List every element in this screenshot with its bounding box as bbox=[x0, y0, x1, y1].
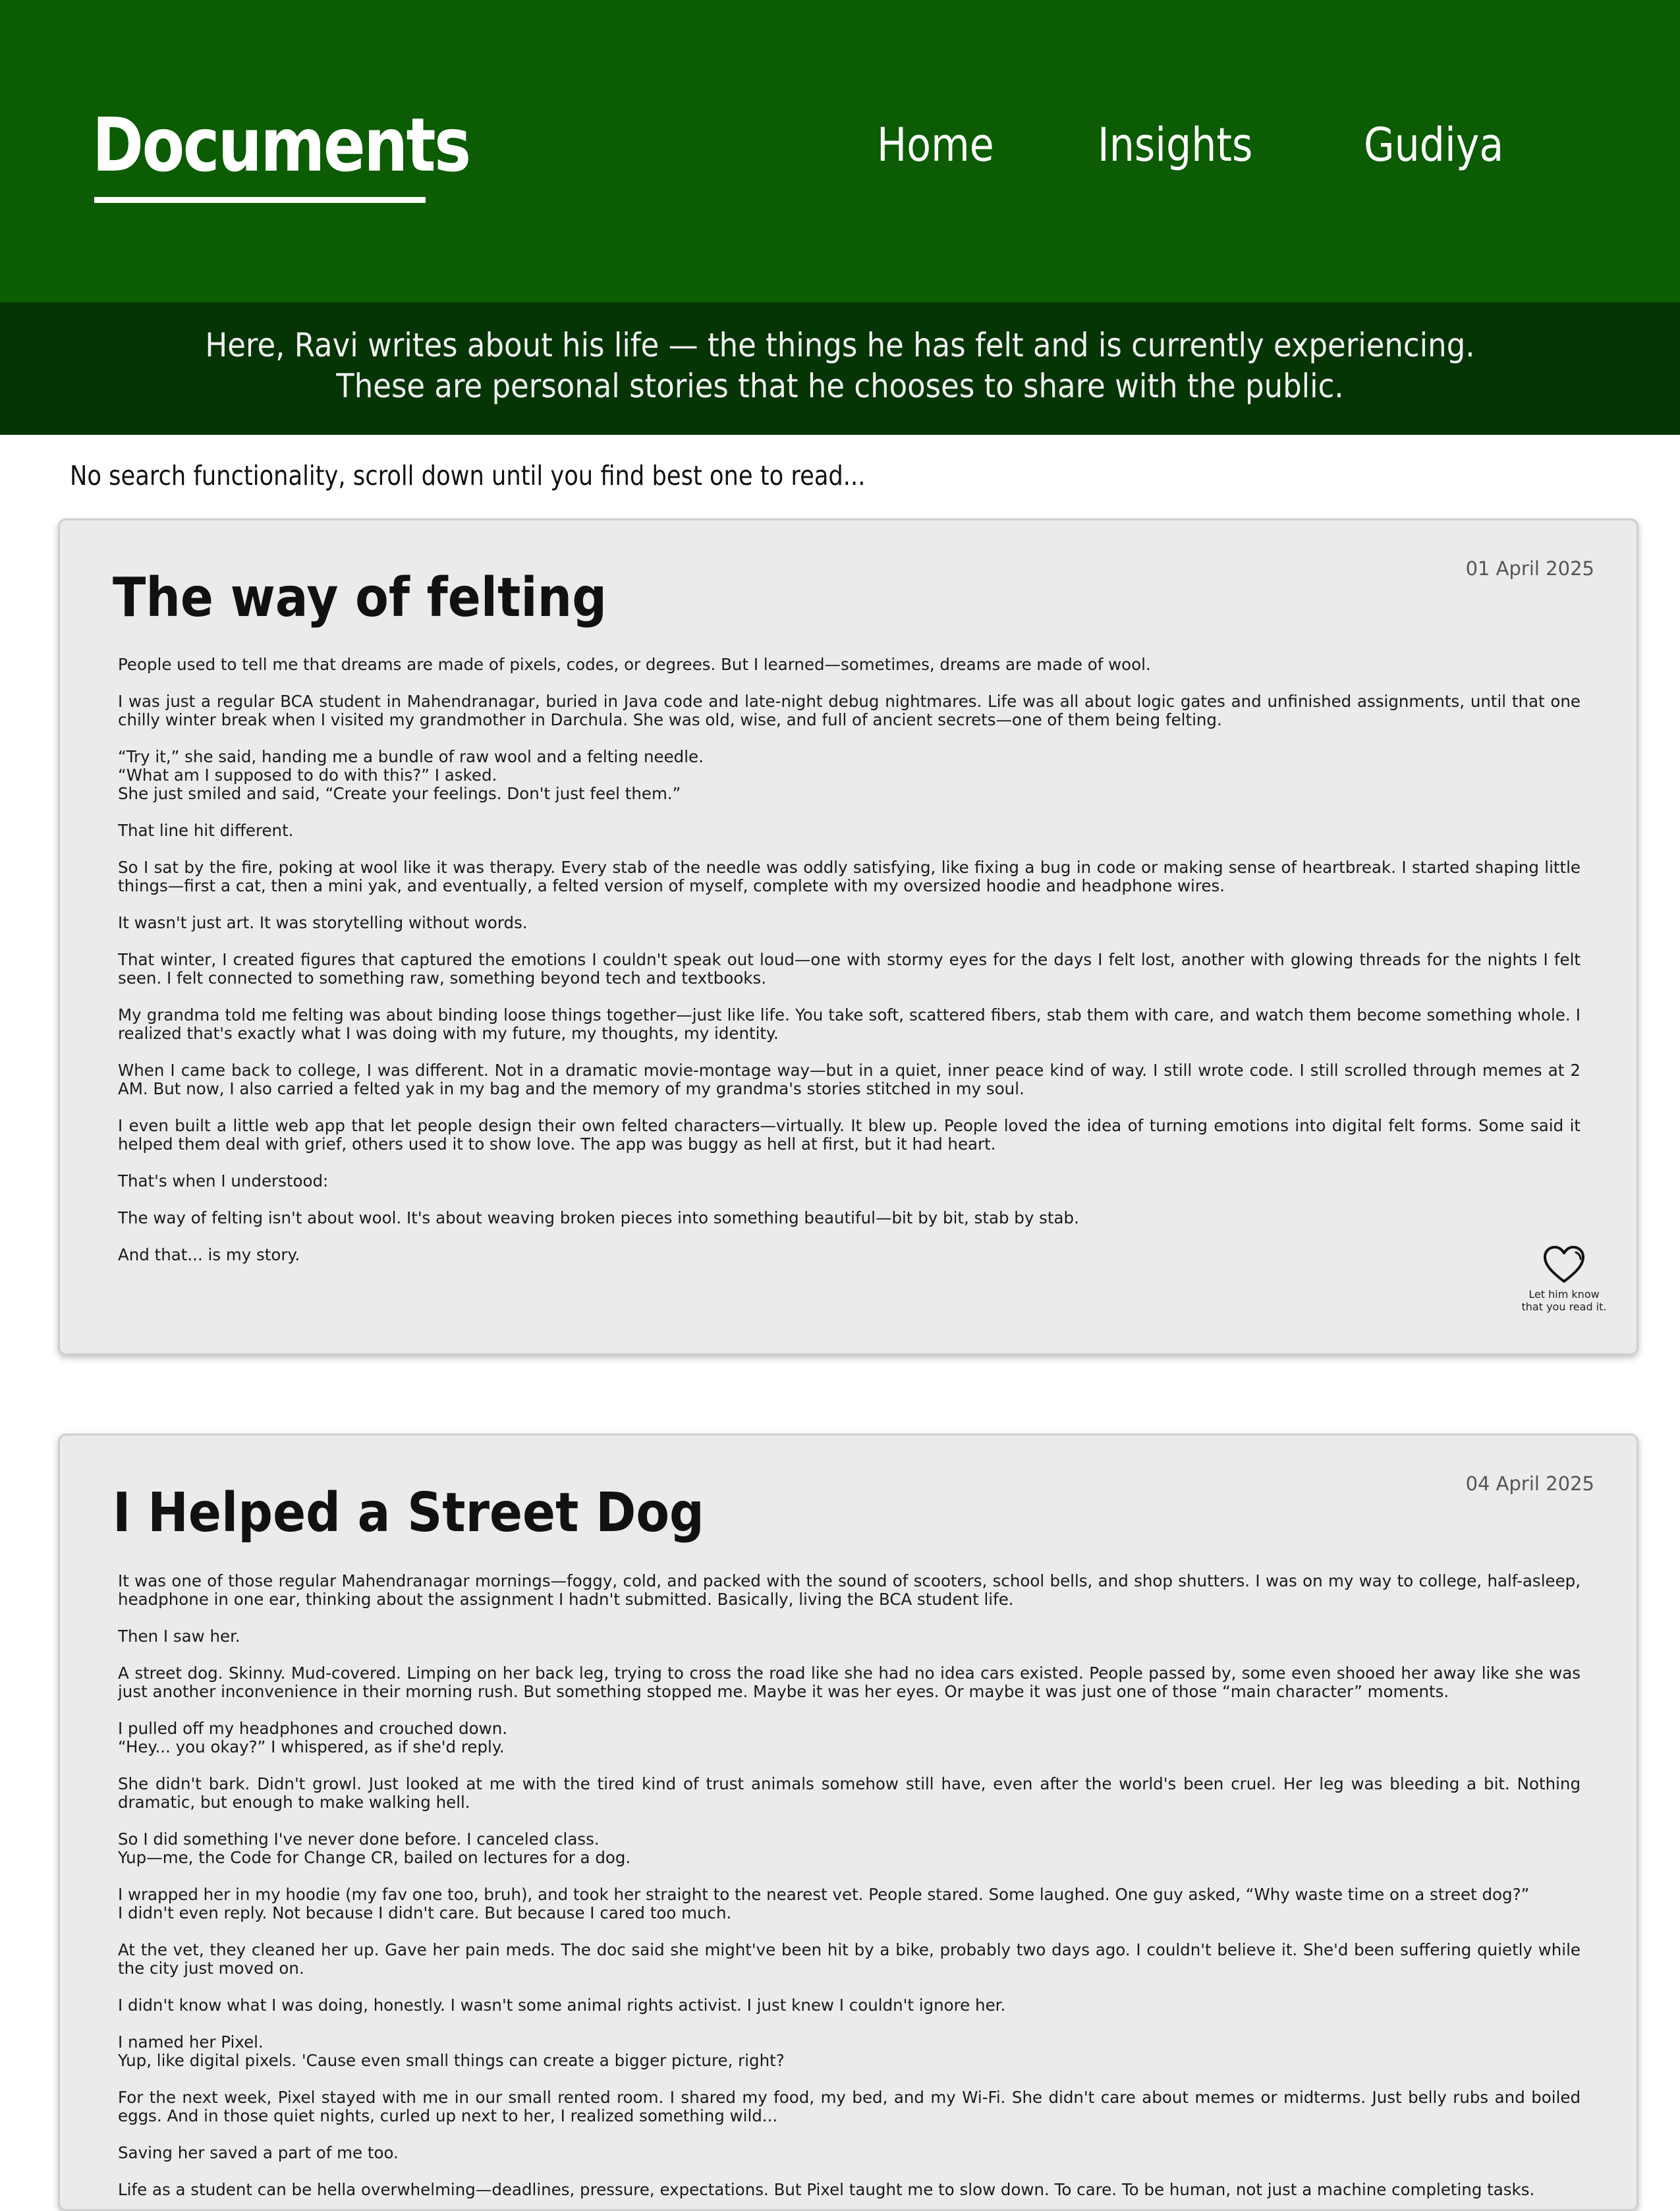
post-paragraph: That winter, I created figures that capt… bbox=[118, 950, 1581, 988]
post-paragraph: It wasn't just art. It was storytelling … bbox=[118, 913, 528, 932]
post-paragraph: I pulled off my headphones and crouched … bbox=[118, 1719, 508, 1756]
logo-underline bbox=[94, 197, 426, 203]
post-paragraph: Then I saw her. bbox=[118, 1627, 240, 1646]
post-card: 04 April 2025 I Helped a Street Dog It w… bbox=[58, 1434, 1638, 2211]
post-paragraph: So I did something I've never done befor… bbox=[118, 1830, 631, 1867]
post-paragraph: “Try it,” she said, handing me a bundle … bbox=[118, 747, 704, 803]
post-paragraph: For the next week, Pixel stayed with me … bbox=[118, 2088, 1581, 2125]
post-paragraph: I was just a regular BCA student in Mahe… bbox=[118, 692, 1581, 729]
post-paragraph: I named her Pixel. Yup, like digital pixe… bbox=[118, 2032, 785, 2070]
like-label-line-1: Let him know bbox=[1528, 1288, 1600, 1301]
heart-icon[interactable] bbox=[1543, 1246, 1585, 1284]
scroll-hint: No search functionality, scroll down unt… bbox=[70, 460, 866, 491]
post-paragraph: That's when I understood: bbox=[118, 1171, 329, 1190]
post-paragraph: And that... is my story. bbox=[118, 1245, 300, 1264]
post-title: I Helped a Street Dog bbox=[113, 1482, 704, 1544]
nav-gudiya[interactable]: Gudiya bbox=[1364, 122, 1503, 168]
post-paragraph: When I came back to college, I was diffe… bbox=[118, 1061, 1581, 1098]
post-paragraph: I wrapped her in my hoodie (my fav one t… bbox=[118, 1885, 1530, 1922]
post-body: People used to tell me that dreams are m… bbox=[118, 656, 1581, 1283]
like-widget[interactable]: Let him know that you read it. bbox=[1515, 1246, 1613, 1313]
nav-home[interactable]: Home bbox=[877, 122, 994, 168]
post-title: The way of felting bbox=[113, 567, 607, 629]
post-paragraph: The way of felting isn't about wool. It'… bbox=[118, 1208, 1079, 1227]
tagline-banner: Here, Ravi writes about his life — the t… bbox=[0, 302, 1680, 435]
post-paragraph: My grandma told me felting was about bin… bbox=[118, 1005, 1581, 1043]
post-card: 01 April 2025 The way of felting People … bbox=[58, 518, 1638, 1355]
post-paragraph: People used to tell me that dreams are m… bbox=[118, 655, 1151, 674]
post-paragraph: I even built a little web app that let p… bbox=[118, 1116, 1581, 1154]
like-label: Let him know that you read it. bbox=[1515, 1288, 1613, 1313]
post-paragraph: It was one of those regular Mahendranaga… bbox=[118, 1571, 1581, 1609]
post-body: It was one of those regular Mahendranaga… bbox=[118, 1571, 1581, 2209]
post-paragraph: Saving her saved a part of me too. bbox=[118, 2143, 399, 2162]
site-logo[interactable]: Documents bbox=[92, 109, 471, 182]
post-paragraph: So I sat by the fire, poking at wool lik… bbox=[118, 858, 1581, 895]
post-paragraph: She didn't bark. Didn't growl. Just look… bbox=[118, 1774, 1581, 1812]
site-header: Documents Home Insights Gudiya bbox=[0, 0, 1680, 302]
post-paragraph: At the vet, they cleaned her up. Gave he… bbox=[118, 1940, 1581, 1978]
post-date: 04 April 2025 bbox=[1465, 1472, 1594, 1495]
tagline-text: Here, Ravi writes about his life — the t… bbox=[205, 326, 1475, 405]
post-paragraph: Life as a student can be hella overwhelm… bbox=[118, 2180, 1535, 2199]
post-paragraph: That line hit different. bbox=[118, 821, 294, 840]
post-paragraph: A street dog. Skinny. Mud-covered. Limpi… bbox=[118, 1664, 1581, 1701]
like-label-line-2: that you read it. bbox=[1521, 1301, 1607, 1313]
post-date: 01 April 2025 bbox=[1465, 557, 1594, 580]
nav-insights[interactable]: Insights bbox=[1098, 122, 1252, 168]
post-paragraph: I didn't know what I was doing, honestly… bbox=[118, 1996, 1006, 2015]
